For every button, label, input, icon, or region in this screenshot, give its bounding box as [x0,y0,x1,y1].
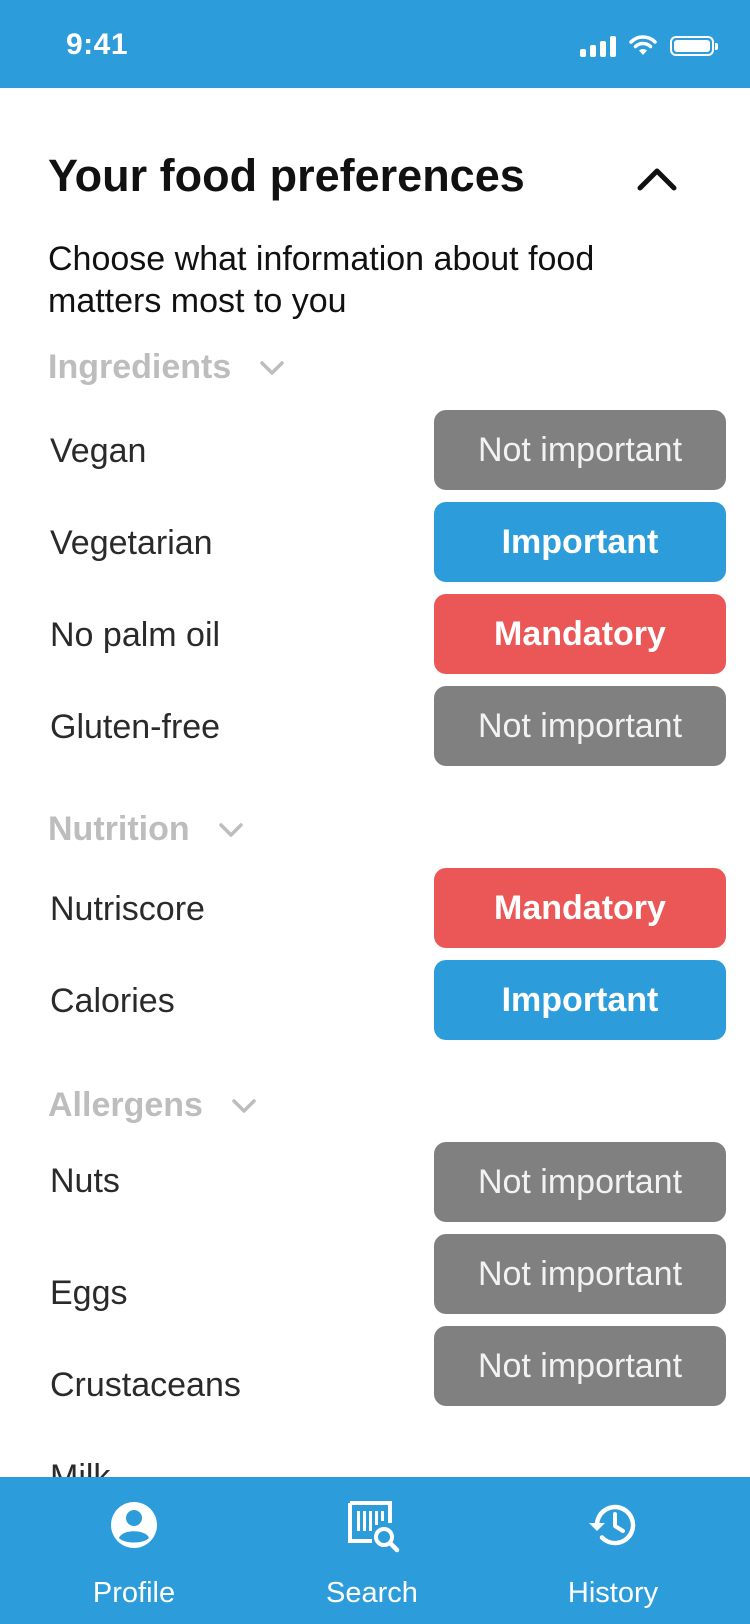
preference-label-calories: Calories [50,982,175,1020]
preference-label-nutriscore: Nutriscore [50,890,205,928]
preference-toggle-vegan[interactable]: Not important [434,410,726,490]
tab-profile[interactable]: Profile [9,1477,259,1624]
section-label: Nutrition [48,810,190,848]
chevron-down-icon [260,360,284,375]
chevron-up-icon [637,168,677,191]
preference-label-crustaceans: Crustaceans [50,1366,241,1404]
status-icons [580,32,718,60]
tab-search[interactable]: Search [247,1477,497,1624]
preference-label-gluten-free: Gluten-free [50,708,221,746]
preference-toggle-nuts[interactable]: Not important [434,1142,726,1222]
preference-label-milk: Milk [50,1458,111,1477]
wifi-icon [629,35,657,55]
preference-toggle-eggs[interactable]: Not important [434,1234,726,1314]
preference-toggle-crustaceans[interactable]: Not important [434,1326,726,1406]
profile-icon [111,1502,157,1548]
tab-label: History [567,1577,659,1609]
battery-icon [670,36,718,56]
section-header-allergens[interactable]: Allergens [48,1086,257,1125]
tab-label: Search [326,1577,418,1609]
preference-label-eggs: Eggs [50,1274,128,1312]
status-bar: 9:41 [0,0,750,88]
preference-label-no-palm-oil: No palm oil [50,616,221,654]
preference-label-vegan: Vegan [50,432,147,470]
chevron-down-icon [218,822,243,837]
section-label: Ingredients [48,348,232,386]
preference-toggle-no-palm-oil[interactable]: Mandatory [434,594,726,674]
chevron-down-icon [232,1098,256,1113]
barcode-search-icon [348,1501,400,1553]
section-header-ingredients[interactable]: Ingredients [48,348,285,387]
tab-label: Profile [92,1577,176,1609]
page-title: Your food preferences [48,150,525,201]
history-icon [589,1504,636,1546]
preference-toggle-calories[interactable]: Important [434,960,726,1040]
preference-label-vegetarian: Vegetarian [50,524,213,562]
cellular-signal-icon [580,35,616,57]
preference-toggle-vegetarian[interactable]: Important [434,502,726,582]
section-header-nutrition[interactable]: Nutrition [48,810,244,849]
section-label: Allergens [48,1086,203,1124]
page-subtitle: Choose what information about food matte… [48,240,595,320]
preference-toggle-nutriscore[interactable]: Mandatory [434,868,726,948]
preference-label-nuts: Nuts [50,1162,120,1200]
preferences-screen: Your food preferences Choose what inform… [0,88,750,1477]
preference-toggle-gluten-free[interactable]: Not important [434,686,726,766]
collapse-button[interactable] [632,158,682,198]
status-time: 9:41 [66,28,129,61]
tab-history[interactable]: History [488,1477,738,1624]
bottom-tab-bar: Profile Search History [0,1477,750,1624]
